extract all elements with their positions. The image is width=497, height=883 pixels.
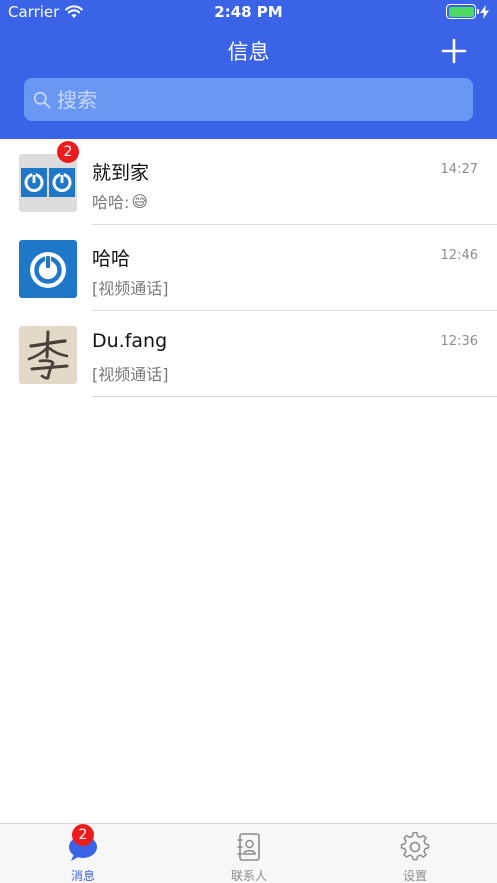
page-title: 信息 xyxy=(227,40,270,64)
conversation-row[interactable]: 哈哈 [视频通话] 12:46 xyxy=(0,225,497,311)
sweat-smile-emoji: 😅 xyxy=(131,191,149,211)
search-input[interactable] xyxy=(57,84,437,115)
conversation-row[interactable]: 2 就到家 哈哈: 😅 14:27 xyxy=(0,139,497,225)
battery-icon xyxy=(446,4,479,19)
status-time: 2:48 PM xyxy=(214,3,283,21)
tab-settings[interactable]: 设置 xyxy=(332,824,497,883)
tab-label: 消息 xyxy=(70,869,95,883)
app-header: Carrier 2:48 PM 信息 xyxy=(0,0,497,139)
row-divider xyxy=(92,396,497,397)
gear-icon xyxy=(400,832,430,861)
tab-messages[interactable]: 2 消息 xyxy=(0,824,166,883)
calligraphy-li xyxy=(19,326,77,384)
tab-contacts[interactable]: 联系人 xyxy=(166,824,332,883)
conversation-preview: [视频通话] xyxy=(92,279,169,298)
conversation-name: 哈哈 xyxy=(92,248,131,270)
tab-label: 联系人 xyxy=(230,869,267,883)
conversation-time: 14:27 xyxy=(440,162,478,177)
tab-label: 设置 xyxy=(402,869,427,883)
conversation-list: 2 就到家 哈哈: 😅 14:27 哈哈 [视频通话] 12:46 Du.fan… xyxy=(0,139,497,397)
conversation-preview: [视频通话] xyxy=(92,365,169,384)
status-bar: Carrier 2:48 PM xyxy=(0,0,497,26)
bolt-icon xyxy=(480,4,489,19)
conversation-time: 12:46 xyxy=(440,248,478,263)
power-logo xyxy=(19,240,77,298)
search-icon xyxy=(33,91,51,108)
plus-icon[interactable] xyxy=(441,38,467,64)
tab-unread-badge: 2 xyxy=(72,824,94,846)
preview-text: 哈哈: xyxy=(92,193,130,212)
search-bar[interactable] xyxy=(24,78,473,121)
tab-bar: 2 消息 联系人 设置 xyxy=(0,823,497,883)
conversation-row[interactable]: Du.fang [视频通话] 12:36 xyxy=(0,311,497,397)
contacts-book-icon xyxy=(237,833,260,861)
conversation-name: 就到家 xyxy=(92,162,150,184)
conversation-time: 12:36 xyxy=(440,334,478,349)
unread-badge: 2 xyxy=(57,141,79,163)
conversation-name: Du.fang xyxy=(92,330,168,352)
conversation-preview: 哈哈: 😅 xyxy=(92,189,148,213)
